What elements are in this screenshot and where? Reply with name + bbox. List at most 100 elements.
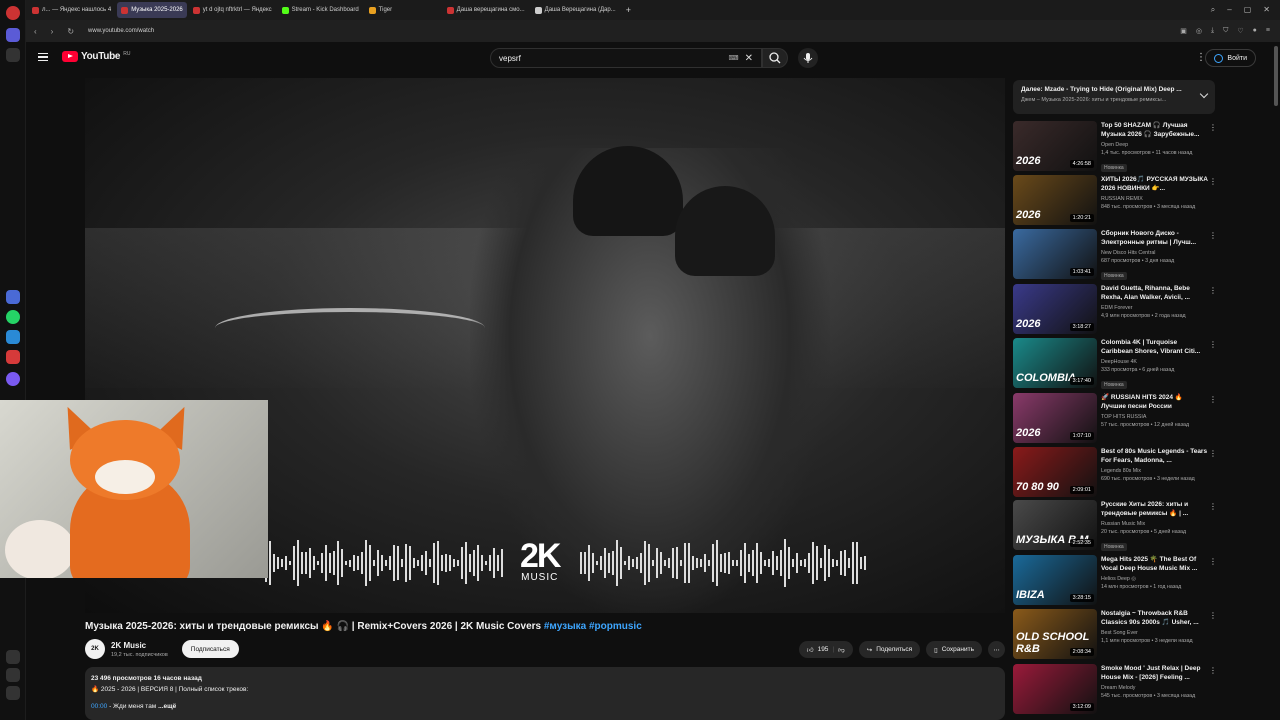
page-scrollbar[interactable] (1274, 46, 1278, 106)
reload-icon[interactable]: ↻ (67, 27, 74, 36)
back-icon[interactable]: ‹ (34, 27, 37, 36)
recommendation-item[interactable]: 2026 1:07:10 🚀 RUSSIAN HITS 2024 🔥 Лучшие … (1013, 393, 1219, 445)
recommendation-item[interactable]: 1:03:41 Сборник Нового Диско - Электронны… (1013, 229, 1219, 281)
voice-search-button[interactable] (798, 48, 818, 68)
messenger-icon[interactable] (6, 372, 20, 386)
tab-kick[interactable]: Stream - Kick Dashboard (278, 2, 363, 18)
tab-yandex-query[interactable]: yt d ojtq nftrktrl — Яндекс (189, 2, 276, 18)
shield-icon[interactable]: ⛉ (1223, 27, 1228, 35)
save-button[interactable]: ▯ Сохранить (926, 641, 982, 658)
thumbs-down-icon[interactable]: 👎︎ (838, 646, 845, 654)
new-tab-button[interactable]: + (622, 2, 635, 18)
channel-avatar[interactable]: 2K (85, 639, 105, 659)
heart-icon[interactable] (6, 650, 20, 664)
clear-search-icon[interactable]: ✕ (745, 53, 753, 64)
profile-icon[interactable]: ● (1253, 27, 1257, 35)
recommendation-item[interactable]: 3:12:09 Smoke Mood ' Just Relax | Deep Ho… (1013, 664, 1219, 716)
tab-yandex-search[interactable]: л... — Яндекс нашлось 4 (28, 2, 115, 18)
tab-youtube-active[interactable]: Музыка 2025-2026 (117, 2, 187, 18)
recommendation-title[interactable]: Русские Хиты 2026: хиты и трендовые реми… (1101, 500, 1209, 518)
more-actions-icon[interactable]: ⋯ (988, 641, 1005, 658)
keyboard-icon[interactable]: ⌨ (729, 54, 739, 62)
recommendation-item[interactable]: COLOMBIA 3:17:40 Colombia 4K | Turquoise C… (1013, 338, 1219, 390)
recommendation-menu-icon[interactable]: ⋮ (1209, 395, 1217, 404)
vk-icon[interactable] (6, 330, 20, 344)
maximize-icon[interactable]: ▢ (1244, 5, 1252, 15)
video-thumbnail[interactable]: 70 80 90 2:09:01 (1013, 447, 1097, 497)
up-next-panel[interactable]: Далее: Mzade - Trying to Hide (Original … (1013, 80, 1215, 114)
recommendation-channel[interactable]: Legends 80s Mix (1101, 468, 1209, 474)
recommendation-menu-icon[interactable]: ⋮ (1209, 123, 1217, 132)
search-button[interactable] (762, 48, 788, 68)
search-input[interactable]: vepsrf ⌨ ✕ (490, 48, 762, 68)
video-thumbnail[interactable]: IBIZA 3:28:15 (1013, 555, 1097, 605)
recommendation-menu-icon[interactable]: ⋮ (1209, 286, 1217, 295)
tab-dasha-2[interactable]: Даша Верещагина (Дар... (531, 2, 620, 18)
show-more-button[interactable]: ...ещё (158, 703, 176, 710)
recommendation-menu-icon[interactable]: ⋮ (1209, 177, 1217, 186)
extension-icon[interactable]: ▣ (1180, 27, 1187, 35)
recommendation-menu-icon[interactable]: ⋮ (1209, 557, 1217, 566)
recommendation-title[interactable]: ХИТЫ 2026🎵 РУССКАЯ МУЗЫКА 2026 НОВИНКИ 👉… (1101, 175, 1209, 193)
recommendation-title[interactable]: Smoke Mood ' Just Relax | Deep House Mix… (1101, 664, 1209, 682)
sign-in-button[interactable]: Войти (1205, 49, 1256, 67)
recommendation-menu-icon[interactable]: ⋮ (1209, 340, 1217, 349)
recommendation-title[interactable]: Colombia 4K | Turquoise Caribbean Shores… (1101, 338, 1209, 356)
recommendation-channel[interactable]: RUSSIAN REMIX (1101, 196, 1209, 202)
recommendation-title[interactable]: Best of 80s Music Legends - Tears For Fe… (1101, 447, 1209, 465)
youtube-logo[interactable]: YouTube RU (62, 51, 130, 62)
video-thumbnail[interactable]: OLD SCHOOL R&B 2:08:34 (1013, 609, 1097, 659)
recommendation-item[interactable]: 70 80 90 2:09:01 Best of 80s Music Legends… (1013, 447, 1219, 499)
recommendation-item[interactable]: МУЗЫКА В М 2:52:35 Русские Хиты 2026: хиты… (1013, 500, 1219, 552)
channel-name[interactable]: 2K Music (111, 641, 168, 650)
tab-tiger[interactable]: Tiger (365, 2, 441, 18)
recommendation-channel[interactable]: DeepHouse 4K (1101, 359, 1209, 365)
video-hashtags[interactable]: #музыка #popmusic (544, 621, 642, 632)
recommendation-title[interactable]: Top 50 SHAZAM 🎧 Лучшая Музыка 2026 🎧 Зар… (1101, 121, 1209, 139)
recommendation-menu-icon[interactable]: ⋮ (1209, 611, 1217, 620)
recommendation-item[interactable]: 2026 4:26:58 Top 50 SHAZAM 🎧 Лучшая Музыка… (1013, 121, 1219, 173)
recommendation-channel[interactable]: EDM Forever (1101, 305, 1209, 311)
home-icon[interactable] (6, 28, 20, 42)
tab-dasha-1[interactable]: Даша верещагина смо... (443, 2, 529, 18)
subscribe-button[interactable]: Подписаться (181, 640, 239, 658)
recommendation-title[interactable]: David Guetta, Rihanna, Bebe Rexha, Alan … (1101, 284, 1209, 302)
recommendation-channel[interactable]: Best Song Ever (1101, 630, 1209, 636)
video-thumbnail[interactable]: МУЗЫКА В М 2:52:35 (1013, 500, 1097, 550)
video-thumbnail[interactable]: 2026 4:26:58 (1013, 121, 1097, 171)
like-button[interactable]: 👍︎ 195 | 👎︎ (798, 641, 853, 658)
recommendation-channel[interactable]: Dream Melody (1101, 685, 1209, 691)
recommendation-menu-icon[interactable]: ⋮ (1209, 666, 1217, 675)
whatsapp-icon[interactable] (6, 310, 20, 324)
recommendation-channel[interactable]: Open Deep (1101, 142, 1209, 148)
forward-icon[interactable]: › (51, 27, 54, 36)
recommendation-channel[interactable]: Helios Deep ◎ (1101, 576, 1209, 582)
aria-icon[interactable] (6, 290, 20, 304)
timestamp-link[interactable]: 00:00 (91, 703, 107, 710)
url-field[interactable]: www.youtube.com/watch (88, 28, 154, 34)
video-description[interactable]: 23 496 просмотров 16 часов назад 🔥 2025 … (85, 667, 1005, 720)
recommendation-menu-icon[interactable]: ⋮ (1209, 231, 1217, 240)
hamburger-menu-icon[interactable] (38, 53, 48, 61)
video-thumbnail[interactable]: 2026 1:07:10 (1013, 393, 1097, 443)
more-icon[interactable] (6, 686, 20, 700)
history-icon[interactable] (6, 668, 20, 682)
download-icon[interactable]: ⤓ (1211, 27, 1214, 35)
video-thumbnail[interactable]: 1:03:41 (1013, 229, 1097, 279)
recommendation-menu-icon[interactable]: ⋮ (1209, 502, 1217, 511)
video-thumbnail[interactable]: 2026 1:20:21 (1013, 175, 1097, 225)
video-thumbnail[interactable]: COLOMBIA 3:17:40 (1013, 338, 1097, 388)
video-thumbnail[interactable]: 3:12:09 (1013, 664, 1097, 714)
recommendation-item[interactable]: 2026 1:20:21 ХИТЫ 2026🎵 РУССКАЯ МУЗЫКА 202… (1013, 175, 1219, 227)
search-tabs-icon[interactable]: ⌕ (1211, 5, 1215, 15)
yandex-icon[interactable] (6, 350, 20, 364)
close-icon[interactable]: ✕ (1263, 5, 1270, 15)
recommendation-title[interactable]: Mega Hits 2025 🌴 The Best Of Vocal Deep … (1101, 555, 1209, 573)
recommendation-title[interactable]: Nostalgia ~ Throwback R&B Classics 90s 2… (1101, 609, 1209, 627)
recommendation-title[interactable]: Сборник Нового Диско - Электронные ритмы… (1101, 229, 1209, 247)
minimize-icon[interactable]: – (1227, 5, 1231, 15)
share-button[interactable]: ↪ Поделиться (858, 641, 921, 658)
menu-icon[interactable]: ≡ (1266, 27, 1270, 35)
recommendation-menu-icon[interactable]: ⋮ (1209, 449, 1217, 458)
recommendation-item[interactable]: IBIZA 3:28:15 Mega Hits 2025 🌴 The Best Of… (1013, 555, 1219, 607)
